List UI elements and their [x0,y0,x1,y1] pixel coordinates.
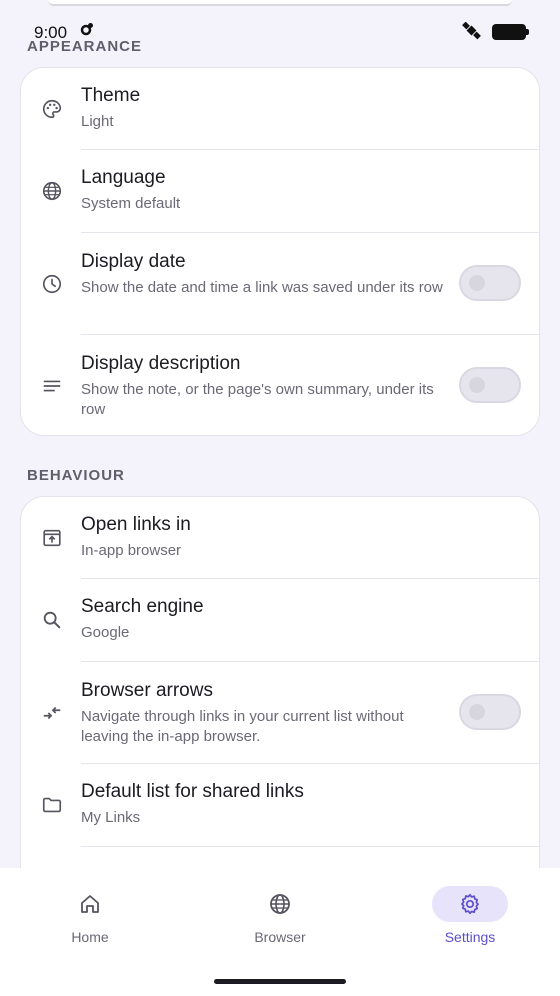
gesture-home-indicator [214,979,346,984]
search-engine-title: Search engine [81,596,204,617]
toggle-knob [469,275,485,291]
browser-arrows-setting-row[interactable]: Browser arrows Navigate through links in… [21,662,539,764]
display-date-setting-row[interactable]: Display date Show the date and time a li… [21,233,539,335]
satellite-icon [462,21,482,40]
search-engine-setting-row[interactable]: Search engine Google [21,579,539,662]
language-setting-row[interactable]: Language System default [21,150,539,233]
default-list-title: Default list for shared links [81,781,304,802]
appearance-section-title: APPEARANCE [27,38,143,55]
display-date-description: Show the date and time a link was saved … [81,279,443,296]
default-list-setting-row[interactable]: Default list for shared links My Links [21,764,539,847]
lines-icon [41,375,63,397]
display-date-toggle[interactable] [459,265,521,301]
nav-home-label: Home [71,929,109,945]
language-title: Language [81,167,166,188]
display-description-title: Display description [81,353,241,374]
palette-icon [41,98,63,120]
arrows-icon [41,702,63,724]
display-description-toggle[interactable] [459,367,521,403]
behaviour-section-title: BEHAVIOUR [27,467,125,484]
open-links-in-value: In-app browser [81,542,182,559]
toggle-knob [469,704,485,720]
battery-icon [492,24,529,40]
divider [81,846,539,847]
nav-settings-label: Settings [444,929,496,945]
browser-arrows-description: Navigate through links in your current l… [81,708,404,745]
gear-icon [458,892,482,916]
search-icon [41,609,63,631]
language-value: System default [81,195,181,212]
globe-icon [41,180,63,202]
display-description-setting-row[interactable]: Display description Show the note, or th… [21,335,539,435]
nav-settings[interactable]: Settings [400,868,540,948]
clock-icon [41,273,63,295]
bottom-navigation-bar: Home Browser Settings [0,868,560,996]
status-bar: 9:00 [0,0,560,42]
display-description-description: Show the note, or the page's own summary… [81,381,434,418]
theme-value: Light [81,113,114,130]
theme-title: Theme [81,85,141,106]
folder-icon [41,794,63,816]
appearance-card: Theme Light Language System default Disp… [20,67,540,436]
display-date-title: Display date [81,251,186,272]
theme-setting-row[interactable]: Theme Light [21,68,539,150]
open-in-app-icon [41,527,63,549]
search-engine-value: Google [81,624,130,641]
nav-browser-label: Browser [254,929,306,945]
gear-notification-icon [78,22,94,38]
nav-home[interactable]: Home [20,868,160,948]
toggle-knob [469,377,485,393]
browser-arrows-title: Browser arrows [81,680,213,701]
behaviour-card: Open links in In-app browser Search engi… [20,496,540,916]
open-links-in-setting-row[interactable]: Open links in In-app browser [21,497,539,579]
nav-browser[interactable]: Browser [210,868,350,948]
open-links-in-title: Open links in [81,514,191,535]
default-list-value: My Links [81,809,141,826]
globe-icon [268,892,292,916]
browser-arrows-toggle[interactable] [459,694,521,730]
home-icon [78,892,102,916]
